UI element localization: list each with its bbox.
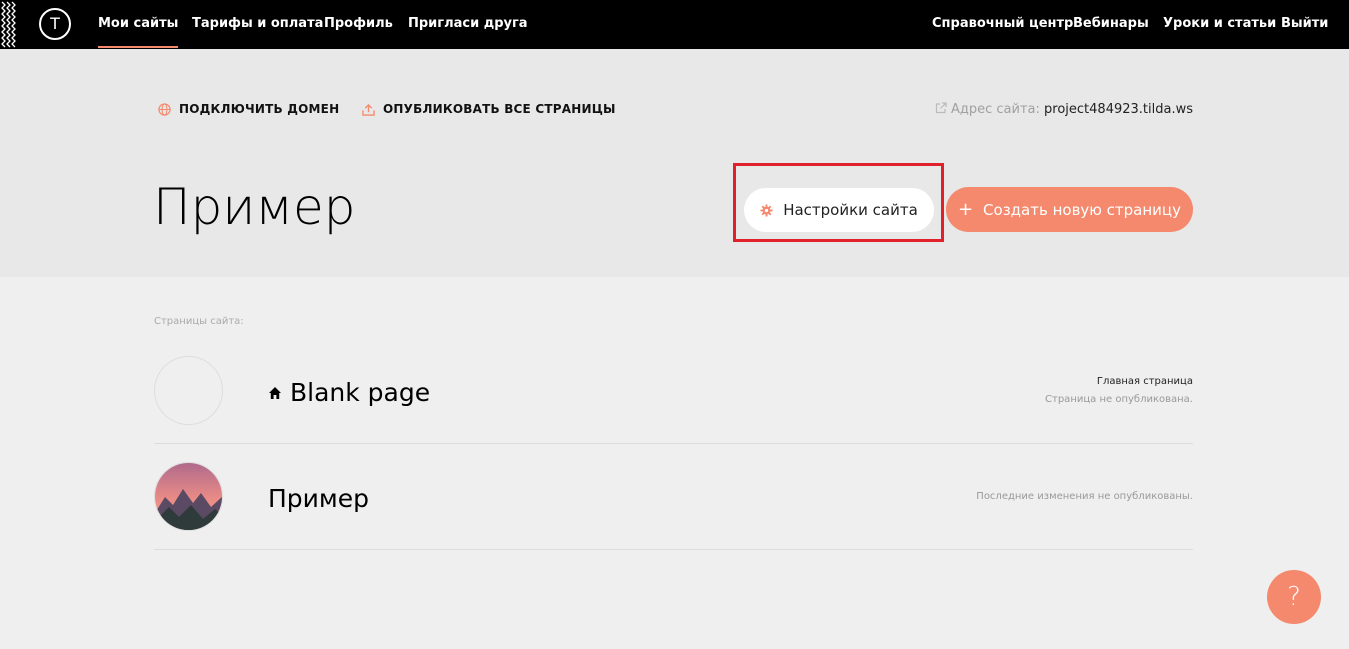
site-address: Адрес сайта: project484923.tilda.ws (935, 102, 1193, 117)
connect-domain-label: ПОДКЛЮЧИТЬ ДОМЕН (179, 102, 340, 116)
page-status-sub: Страница не опубликована. (1045, 394, 1193, 405)
publish-all-button[interactable]: ОПУБЛИКОВАТЬ ВСЕ СТРАНИЦЫ (362, 102, 616, 116)
site-header-area (0, 49, 1349, 277)
page-title-example[interactable]: Пример (268, 484, 369, 513)
nav-profile[interactable]: Профиль (324, 16, 393, 31)
page-status-sub: Последние изменения не опубликованы. (976, 491, 1193, 502)
external-link-icon (935, 102, 947, 114)
tilda-logo[interactable]: T (39, 8, 71, 40)
page-status-main: Главная страница (1096, 376, 1193, 387)
globe-icon (158, 103, 171, 116)
address-link[interactable]: project484923.tilda.ws (1044, 102, 1193, 117)
page-row-example[interactable]: Пример Последние изменения не опубликова… (154, 444, 1193, 550)
nav-help-center[interactable]: Справочный центр (932, 16, 1073, 31)
create-page-label: Создать новую страницу (983, 200, 1182, 219)
page-status-example: Последние изменения не опубликованы. (976, 488, 1193, 506)
pages-section-label: Страницы сайта: (154, 316, 244, 327)
page-thumbnail-mountains (154, 462, 223, 531)
nav-invite[interactable]: Пригласи друга (408, 16, 528, 31)
page-thumbnail-empty (154, 356, 223, 425)
page-status-blank: Главная страница Страница не опубликован… (1045, 373, 1193, 409)
site-settings-button[interactable]: Настройки сайта (744, 188, 934, 232)
logo-letter: T (50, 14, 60, 33)
gear-icon (760, 203, 773, 217)
page-title-blank[interactable]: Blank page (268, 378, 430, 407)
home-icon (269, 387, 281, 399)
connect-domain-button[interactable]: ПОДКЛЮЧИТЬ ДОМЕН (158, 102, 339, 116)
page-row-blank[interactable]: Blank page Главная страница Страница не … (154, 344, 1193, 444)
upload-icon (362, 103, 375, 116)
publish-all-label: ОПУБЛИКОВАТЬ ВСЕ СТРАНИЦЫ (383, 102, 616, 116)
nav-tariffs[interactable]: Тарифы и оплата (192, 16, 323, 31)
nav-logout[interactable]: Выйти (1281, 16, 1328, 31)
page-title-text: Blank page (290, 378, 431, 407)
site-title: Пример (153, 178, 356, 236)
help-button[interactable]: ? (1267, 570, 1321, 624)
top-nav: T Мои сайты Тарифы и оплата Профиль Приг… (0, 0, 1349, 49)
site-settings-label: Настройки сайта (783, 201, 918, 219)
nav-my-sites[interactable]: Мои сайты (98, 16, 179, 48)
nav-lessons[interactable]: Уроки и статьи (1163, 16, 1276, 31)
zigzag-decoration (1, 1, 16, 48)
plus-icon: + (957, 198, 974, 220)
address-label: Адрес сайта: (950, 102, 1040, 117)
mountain-image (155, 463, 222, 530)
nav-webinars[interactable]: Вебинары (1073, 16, 1149, 31)
create-page-button[interactable]: + Создать новую страницу (946, 187, 1193, 232)
